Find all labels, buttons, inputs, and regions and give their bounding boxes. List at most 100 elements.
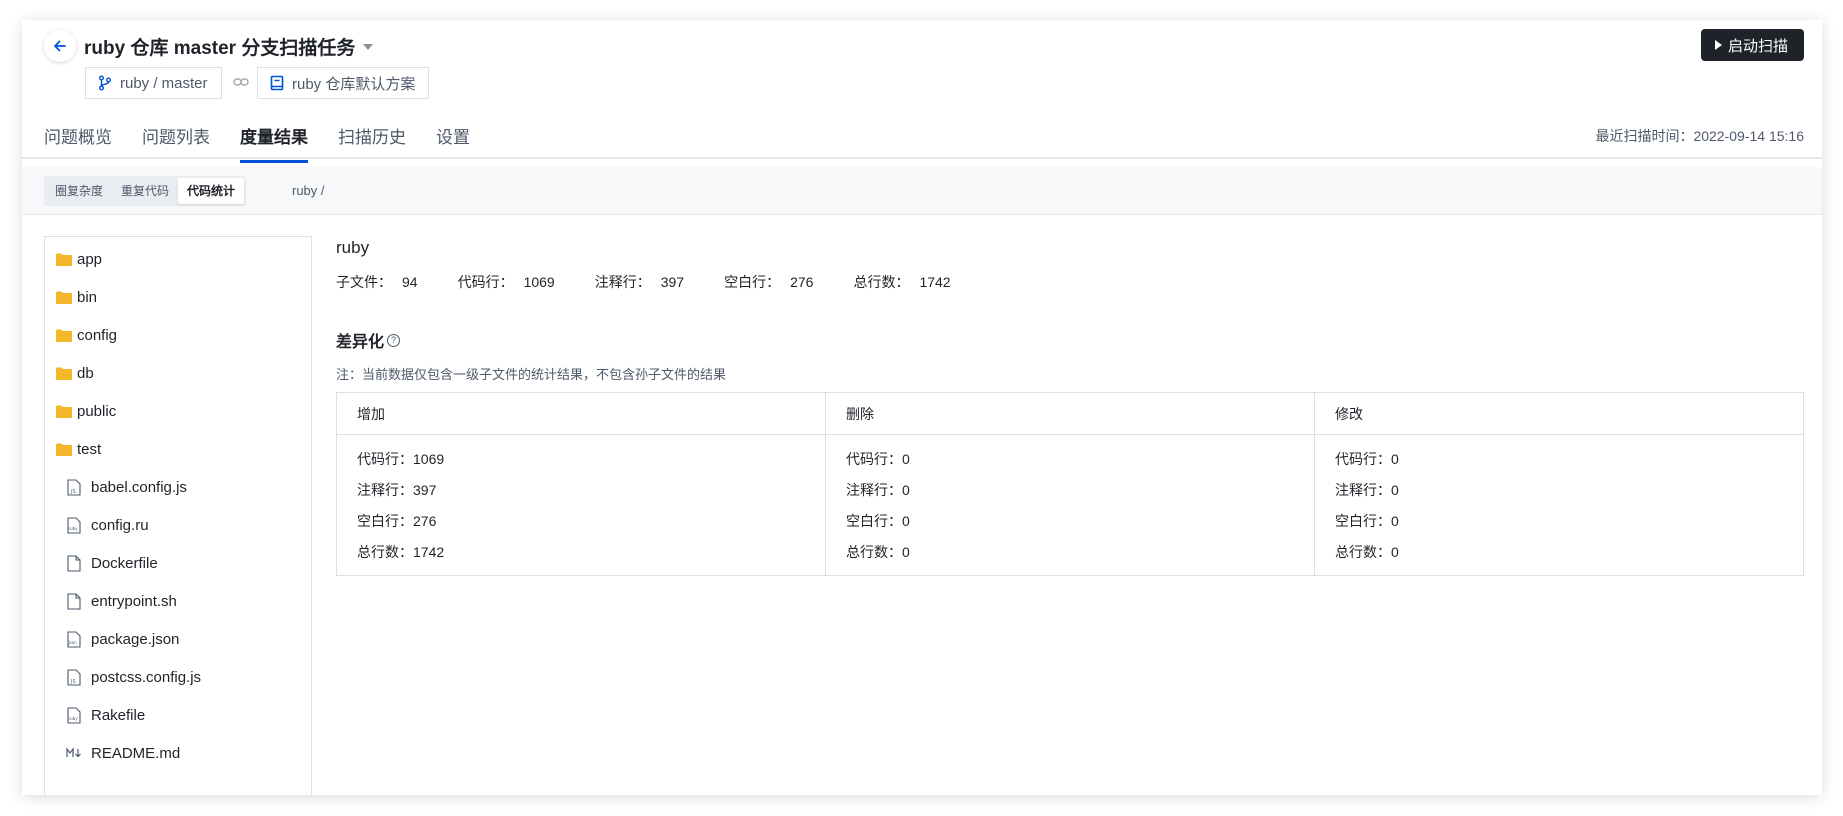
metrics-segmented-control: 圈复杂度 重复代码 代码统计 (44, 176, 247, 206)
file-icon (65, 554, 83, 572)
svg-text:ruby: ruby (69, 716, 79, 721)
tree-file[interactable]: JS babel.config.js (45, 468, 311, 506)
svg-text:ruby: ruby (69, 526, 79, 531)
tree-item-label: public (77, 402, 117, 420)
stat-label: 注释行： (594, 274, 651, 290)
diff-title-text: 差异化 (336, 334, 385, 351)
stat-label: 子文件： (336, 274, 392, 290)
tree-item-label: package.json (91, 630, 180, 648)
app-window: ruby 仓库 master 分支扫描任务 启动扫描 ruby / master… (22, 20, 1822, 795)
branch-label: ruby / master (120, 74, 208, 92)
column-header-modified: 修改 (1314, 392, 1804, 435)
branch-selector[interactable]: ruby / master (85, 67, 222, 99)
stat-value: 1742 (919, 274, 951, 290)
tree-folder[interactable]: db (45, 354, 311, 392)
tree-folder[interactable]: config (45, 316, 311, 354)
breadcrumb[interactable]: ruby / (292, 183, 325, 198)
tree-file[interactable]: ruby config.ru (45, 506, 311, 544)
tree-folder[interactable]: app (45, 240, 311, 278)
cell-line: 注释行：0 (1335, 482, 1399, 498)
stat-item: 子文件： 94 (336, 272, 418, 292)
diff-table: 增加 删除 修改 代码行：1069 注释行：397 空白行：276 总行数：17… (336, 392, 1804, 576)
cell-line: 代码行：0 (1335, 451, 1399, 467)
column-header-added: 增加 (336, 392, 826, 435)
diff-section-title: 差异化 ? (336, 328, 1804, 352)
stat-item: 代码行： 1069 (458, 272, 555, 292)
metrics-panel: ruby 子文件： 94 代码行： 1069 注释行： 397 空白行： 276 总行数… (336, 236, 1804, 576)
table-row: 代码行：1069 注释行：397 空白行：276 总行数：1742 代码行：0 … (336, 434, 1804, 576)
added-cell: 代码行：1069 注释行：397 空白行：276 总行数：1742 (336, 434, 826, 576)
start-scan-button[interactable]: 启动扫描 (1700, 29, 1804, 61)
tree-item-label: babel.config.js (91, 478, 187, 496)
tree-folder[interactable]: bin (45, 278, 311, 316)
deleted-cell: 代码行：0 注释行：0 空白行：0 总行数：0 (825, 434, 1315, 576)
folder-icon (55, 364, 73, 382)
folder-icon (55, 440, 73, 458)
js-file-icon: JS (65, 668, 83, 686)
tree-item-label: db (77, 364, 94, 382)
caret-down-icon[interactable] (363, 43, 374, 50)
file-icon (65, 592, 83, 610)
stat-value: 276 (790, 274, 814, 290)
cell-line: 总行数：0 (846, 544, 910, 560)
last-scan-time: 最近扫描时间：2022-09-14 15:16 (1595, 128, 1804, 144)
tree-item-label: Dockerfile (91, 554, 158, 572)
stat-item: 注释行： 397 (595, 272, 684, 292)
tree-file[interactable]: entrypoint.sh (45, 582, 311, 620)
stat-value: 94 (402, 274, 418, 290)
cell-line: 空白行：0 (846, 513, 910, 529)
repo-name: ruby (336, 238, 370, 257)
cell-line: 代码行：1069 (357, 451, 445, 467)
table-header-row: 增加 删除 修改 (336, 392, 1804, 435)
metrics-toolbar: 圈复杂度 重复代码 代码统计 ruby / (22, 167, 1822, 215)
page-title[interactable]: ruby 仓库 master 分支扫描任务 (84, 33, 374, 60)
tree-item-label: config.ru (91, 516, 149, 534)
cell-line: 空白行：0 (1335, 513, 1399, 529)
tree-folder[interactable]: test (45, 430, 311, 468)
tree-item-label: entrypoint.sh (91, 592, 177, 610)
back-button[interactable] (44, 30, 76, 62)
folder-icon (55, 288, 73, 306)
folder-icon (55, 250, 73, 268)
svg-text:JS: JS (70, 679, 76, 685)
cell-line: 总行数：1742 (357, 544, 445, 560)
json-file-icon: json (65, 630, 83, 648)
cell-line: 代码行：0 (846, 451, 910, 467)
tree-file[interactable]: json package.json (45, 620, 311, 658)
arrow-left-icon (54, 40, 66, 52)
tree-item-label: app (77, 250, 103, 268)
tree-file[interactable]: ruby Rakefile (45, 696, 311, 734)
help-icon[interactable]: ? (387, 333, 401, 347)
tree-file[interactable]: README.md (45, 734, 311, 772)
stat-item: 空白行： 276 (724, 272, 813, 292)
file-tree: app bin config db public test JS babel.c… (44, 236, 312, 795)
stat-value: 397 (660, 274, 685, 290)
tree-item-label: bin (77, 288, 98, 306)
js-file-icon: JS (65, 478, 83, 496)
scheme-label: ruby 仓库默认方案 (292, 75, 416, 93)
tabs-divider (22, 157, 1822, 159)
tree-folder[interactable]: public (45, 392, 311, 430)
ruby-file-icon: ruby (65, 516, 83, 534)
subtab-complexity[interactable]: 圈复杂度 (46, 178, 112, 204)
scheme-selector[interactable]: ruby 仓库默认方案 (257, 67, 430, 99)
page-title-text: ruby 仓库 master 分支扫描任务 (84, 38, 356, 59)
tree-file[interactable]: Dockerfile (45, 544, 311, 582)
link-icon (233, 78, 249, 86)
modified-cell: 代码行：0 注释行：0 空白行：0 总行数：0 (1314, 434, 1804, 576)
cell-line: 空白行：276 (357, 513, 437, 529)
git-branch-icon (99, 75, 111, 91)
svg-text:json: json (68, 640, 78, 645)
tree-file[interactable]: JS postcss.config.js (45, 658, 311, 696)
tree-item-label: test (77, 440, 102, 458)
summary-stats: 子文件： 94 代码行： 1069 注释行： 397 空白行： 276 总行数： 1742 (336, 272, 1804, 292)
tree-item-label: postcss.config.js (91, 668, 202, 686)
start-scan-label: 启动扫描 (1727, 37, 1788, 55)
book-icon (270, 75, 284, 91)
subtab-duplicate-code[interactable]: 重复代码 (112, 178, 178, 204)
stat-item: 总行数： 1742 (853, 272, 950, 292)
subtab-code-stats[interactable]: 代码统计 (178, 178, 245, 204)
tree-item-label: README.md (91, 744, 181, 762)
diff-note: 注：当前数据仅包含一级子文件的统计结果，不包含孙子文件的结果 (336, 367, 727, 382)
cell-line: 总行数：0 (1335, 544, 1399, 560)
